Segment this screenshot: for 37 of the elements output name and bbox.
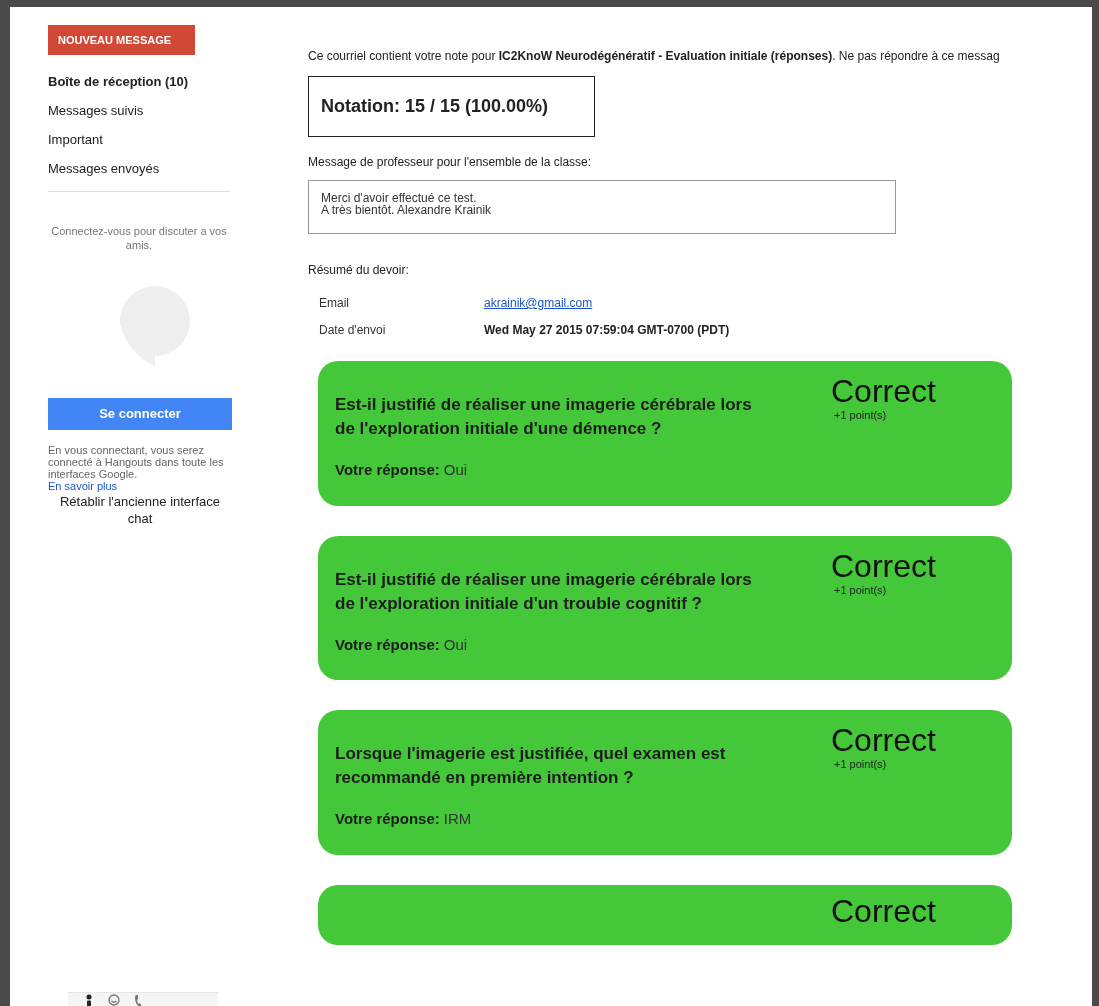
teacher-message-box: Merci d'avoir effectué ce test. A très bientôt. Alexandre Krainik bbox=[308, 180, 896, 234]
answer-value: Oui bbox=[443, 634, 468, 655]
question-text: Lorsque l'imagerie est justifiée, quel examen est recommandé en première intention ? bbox=[335, 743, 727, 789]
restore-chat-link[interactable]: Rétablir l'ancienne interface chat bbox=[48, 493, 232, 527]
hangouts-notice: En vous connectant, vous serez connecté à Hangouts dans toute les interfaces Google. bbox=[48, 444, 225, 480]
result-status: Correct bbox=[831, 375, 936, 407]
answer-label: Votre réponse: bbox=[335, 460, 440, 480]
grade-box: Notation: 15 / 15 (100.00%) bbox=[308, 76, 595, 137]
answer-label: Votre réponse: bbox=[335, 634, 440, 655]
summary-label-cell-text: Date d'envoi bbox=[319, 322, 387, 339]
summary-value-cell-text: Wed May 27 2015 07:59:04 GMT-0700 (PDT) bbox=[484, 322, 730, 339]
teacher-message-label: Message de professeur pour l'ensemble de la classe: bbox=[308, 154, 593, 171]
smiley-icon[interactable] bbox=[108, 994, 120, 1006]
answer-label: Votre réponse: bbox=[335, 809, 440, 829]
chat-prompt: Connectez-vous pour discuter a vos amis. bbox=[50, 224, 228, 252]
phone-icon[interactable] bbox=[134, 994, 142, 1006]
points-text: +1 point(s) bbox=[833, 408, 888, 423]
connect-button[interactable]: Se connecter bbox=[48, 398, 232, 430]
folder-item[interactable]: Boîte de réception (10) bbox=[48, 67, 232, 96]
email-link[interactable]: akrainik@gmail.com bbox=[484, 294, 593, 312]
points-text: +1 point(s) bbox=[833, 582, 888, 598]
result-status: Correct bbox=[831, 549, 936, 582]
answer-value: IRM bbox=[443, 809, 472, 829]
summary-label-cell-text: Email bbox=[319, 295, 350, 312]
result-status: Correct bbox=[831, 724, 936, 756]
message-intro: Ce courriel contient votre note pour IC2KnoW Neurodégénératif - Evaluation initiale (réponses). Ne pas répondre à ce messag bbox=[308, 48, 1001, 65]
result-status: Correct bbox=[831, 894, 936, 927]
folder-item[interactable]: Messages envoyés bbox=[48, 154, 232, 183]
folder-item[interactable]: Important bbox=[48, 125, 232, 154]
folder-item[interactable]: Messages suivis bbox=[48, 96, 232, 125]
question-text: Est-il justifié de réaliser une imagerie cérébrale lors de l'exploration initiale d'une démence ? bbox=[335, 394, 753, 440]
question-text: Est-il justifié de réaliser une imagerie cérébrale lors de l'exploration initiale d'un trouble cognitif ? bbox=[335, 568, 753, 615]
learn-more-link[interactable]: En savoir plus bbox=[48, 480, 232, 493]
points-text: +1 point(s) bbox=[833, 757, 888, 772]
answer-value: Oui bbox=[443, 460, 468, 480]
summary-label: Résumé du devoir: bbox=[308, 262, 410, 279]
compose-button[interactable]: NOUVEAU MESSAGE bbox=[48, 25, 195, 55]
